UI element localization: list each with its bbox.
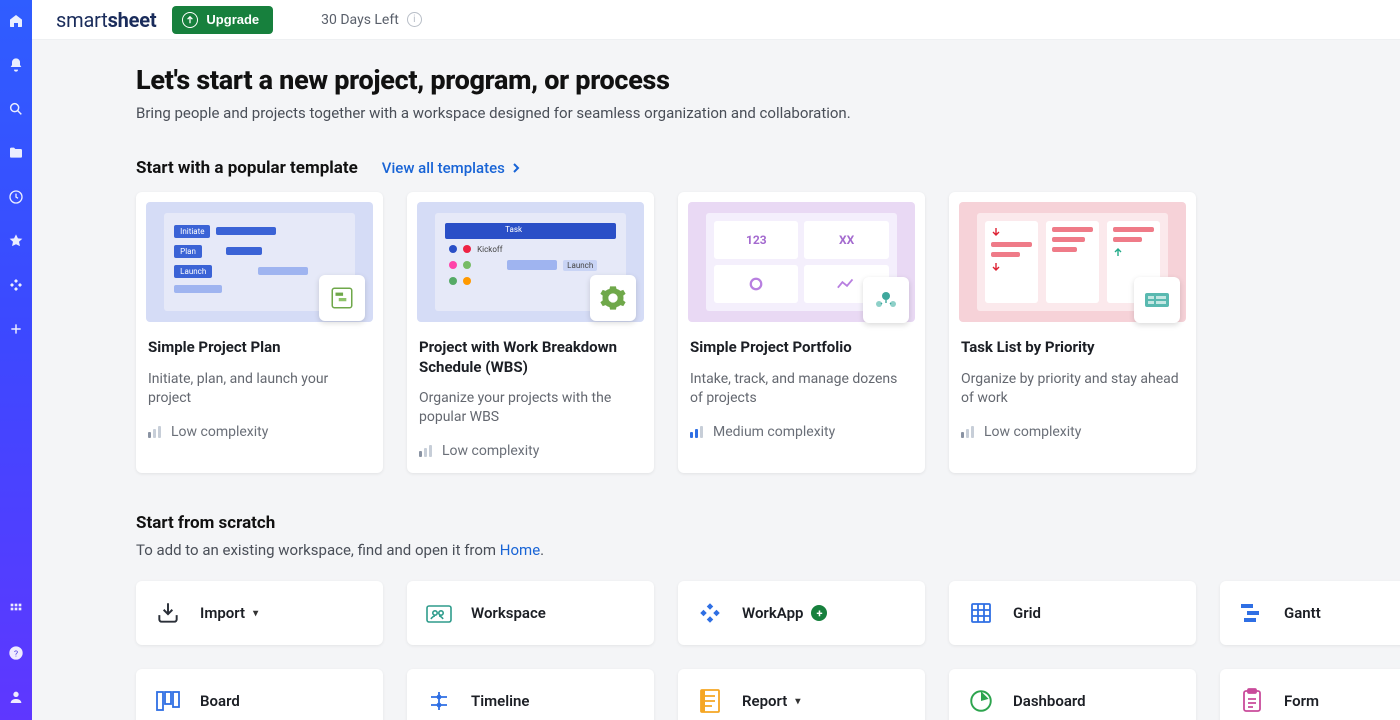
plus-badge-icon: + xyxy=(811,605,827,621)
view-all-templates-link[interactable]: View all templates xyxy=(382,159,521,177)
template-desc: Initiate, plan, and launch your project xyxy=(148,370,371,408)
template-thumbnail: Task Kickoff Launch xyxy=(417,202,644,322)
home-icon[interactable] xyxy=(7,12,25,30)
portfolio-icon xyxy=(863,277,909,323)
page-subtitle: Bring people and projects together with … xyxy=(136,104,1396,122)
template-desc: Organize your projects with the popular … xyxy=(419,389,642,427)
brand-logo[interactable]: smartsheet xyxy=(56,8,156,32)
grid-icon xyxy=(967,599,995,627)
tile-timeline[interactable]: Timeline xyxy=(407,669,654,720)
workapp-icon xyxy=(696,599,724,627)
report-icon xyxy=(696,687,724,715)
template-card-task-list-by-priority[interactable]: Task List by Priority Organize by priori… xyxy=(949,192,1196,473)
template-thumbnail xyxy=(959,202,1186,322)
complexity-bars-icon xyxy=(148,426,161,438)
template-desc: Intake, track, and manage dozens of proj… xyxy=(690,370,913,408)
gantt-icon xyxy=(1238,599,1266,627)
upgrade-arrow-icon xyxy=(182,12,198,28)
tile-dashboard[interactable]: Dashboard xyxy=(949,669,1196,720)
template-title: Project with Work Breakdown Schedule (WB… xyxy=(419,338,642,377)
template-card-project-wbs[interactable]: Task Kickoff Launch Project with Work Br… xyxy=(407,192,654,473)
trial-days-remaining: 30 Days Left i xyxy=(321,12,422,28)
bell-icon[interactable] xyxy=(7,56,25,74)
chevron-right-icon xyxy=(511,163,521,173)
template-complexity: Medium complexity xyxy=(690,424,913,440)
template-complexity: Low complexity xyxy=(961,424,1184,440)
help-icon[interactable]: ? xyxy=(7,644,25,662)
folder-icon[interactable] xyxy=(7,144,25,162)
caret-down-icon: ▾ xyxy=(795,696,800,707)
timeline-icon xyxy=(425,687,453,715)
home-link[interactable]: Home xyxy=(500,541,540,559)
complexity-bars-icon xyxy=(690,426,703,438)
caret-down-icon: ▾ xyxy=(253,608,258,619)
template-title: Task List by Priority xyxy=(961,338,1184,358)
dashboard-icon xyxy=(967,687,995,715)
tile-board[interactable]: Board xyxy=(136,669,383,720)
cards-icon xyxy=(1134,277,1180,323)
template-thumbnail: 123 XX xyxy=(688,202,915,322)
apps-icon[interactable] xyxy=(7,600,25,618)
workapps-icon[interactable] xyxy=(7,276,25,294)
complexity-bars-icon xyxy=(961,426,974,438)
template-thumbnail: Initiate Plan Launch xyxy=(146,202,373,322)
tile-report[interactable]: Report▾ xyxy=(678,669,925,720)
board-icon xyxy=(154,687,182,715)
svg-text:?: ? xyxy=(14,649,18,659)
main-content: Let's start a new project, program, or p… xyxy=(32,40,1400,720)
scratch-desc: To add to an existing workspace, find an… xyxy=(136,541,1396,559)
template-complexity: Low complexity xyxy=(148,424,371,440)
gear-icon xyxy=(590,275,636,321)
tile-form[interactable]: Form xyxy=(1220,669,1400,720)
tile-import[interactable]: Import▾ xyxy=(136,581,383,645)
template-title: Simple Project Plan xyxy=(148,338,371,358)
template-desc: Organize by priority and stay ahead of w… xyxy=(961,370,1184,408)
template-title: Simple Project Portfolio xyxy=(690,338,913,358)
tile-workapp[interactable]: WorkApp+ xyxy=(678,581,925,645)
template-card-simple-project-plan[interactable]: Initiate Plan Launch Simple Project Plan… xyxy=(136,192,383,473)
profile-icon[interactable] xyxy=(7,688,25,706)
template-complexity: Low complexity xyxy=(419,443,642,459)
search-icon[interactable] xyxy=(7,100,25,118)
workspace-icon xyxy=(425,599,453,627)
recent-icon[interactable] xyxy=(7,188,25,206)
left-rail: ? xyxy=(0,0,32,720)
star-icon[interactable] xyxy=(7,232,25,250)
gantt-icon xyxy=(319,275,365,321)
form-icon xyxy=(1238,687,1266,715)
template-card-simple-project-portfolio[interactable]: 123 XX Simple Project Portfolio Intake, … xyxy=(678,192,925,473)
info-icon[interactable]: i xyxy=(407,12,422,27)
complexity-bars-icon xyxy=(419,445,432,457)
scratch-section-title: Start from scratch xyxy=(136,513,1396,533)
tile-workspace[interactable]: Workspace xyxy=(407,581,654,645)
templates-section-title: Start with a popular template xyxy=(136,158,358,178)
tile-gantt[interactable]: Gantt xyxy=(1220,581,1400,645)
page-title: Let's start a new project, program, or p… xyxy=(136,64,1396,96)
tile-grid[interactable]: Grid xyxy=(949,581,1196,645)
import-icon xyxy=(154,599,182,627)
plus-icon[interactable] xyxy=(7,320,25,338)
upgrade-button[interactable]: Upgrade xyxy=(172,6,273,34)
topbar: smartsheet Upgrade 30 Days Left i xyxy=(32,0,1400,40)
